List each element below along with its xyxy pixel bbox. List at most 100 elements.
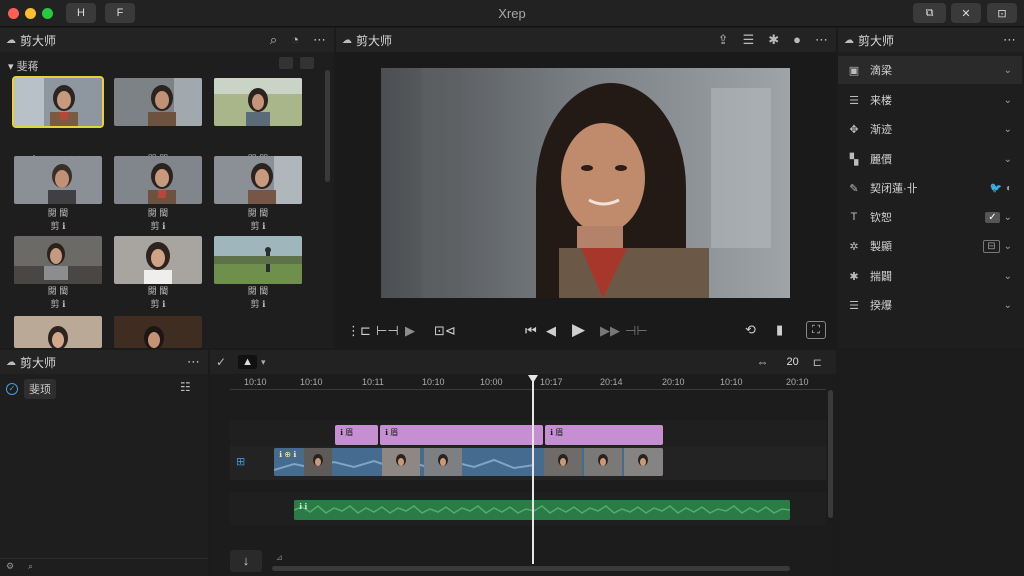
ruler-tick: 20:14 (600, 377, 623, 387)
title-clip[interactable]: ℹ 眉 (380, 425, 543, 445)
playhead-line[interactable] (532, 380, 534, 564)
project-item-label: 斐顼 (24, 379, 56, 399)
timeline-horizontal-scrollbar[interactable] (272, 566, 790, 571)
media-item-sub: 剪 ℹ (250, 299, 266, 309)
share-icon[interactable]: ⇪ (718, 32, 729, 48)
fullscreen-icon[interactable]: ⛶ (806, 321, 826, 339)
rotate-icon[interactable]: ⟲ (745, 322, 756, 338)
clock-icon[interactable]: ◔ (291, 32, 299, 48)
inspector-row[interactable]: ✲ 製顯 ⊟ ⌄ (838, 232, 1022, 260)
list-icon: ☰ (849, 299, 859, 312)
inspector-row[interactable]: ✱ 揣闢 ⌄ (838, 262, 1022, 290)
export-icon-button[interactable]: ⊡ (987, 3, 1017, 23)
inspector-row[interactable]: ▚ 麗價 ⌄ (838, 145, 1022, 173)
timeline-vertical-scrollbar[interactable] (828, 390, 833, 518)
media-thumbnail[interactable] (114, 78, 202, 126)
media-item-label: 閱 閩 (247, 286, 269, 296)
project-item[interactable]: ✓ 斐顼 (6, 379, 56, 399)
tool-select-icon[interactable]: ▲ (238, 355, 257, 369)
check-icon[interactable]: ✓ (216, 355, 226, 369)
move-icon: ✥ (849, 123, 859, 136)
media-thumbnail[interactable] (14, 236, 102, 284)
toggle-icon: ◐ (1005, 182, 1012, 194)
media-thumbnail[interactable] (14, 156, 102, 204)
next-frame-icon[interactable]: ⊣⊢ (625, 323, 648, 339)
settings-icon[interactable]: ⚙ (6, 561, 14, 572)
media-thumbnail[interactable] (12, 76, 104, 128)
step-back-icon[interactable]: ◀ (546, 323, 556, 339)
zoom-icon[interactable]: ⊿ (276, 553, 283, 562)
more-icon[interactable]: ⋯ (313, 32, 326, 48)
inspector-row[interactable]: ✎ 契闭蓮·卝 🐦 ◐ (838, 174, 1022, 202)
checkbox-icon[interactable]: ✓ (985, 211, 1000, 223)
snapshot-icon[interactable]: ▮ (776, 322, 783, 338)
outdoor-portrait-image (214, 78, 302, 126)
media-thumbnail[interactable] (14, 316, 102, 348)
woman-portrait-image (114, 316, 202, 348)
cloud-icon: ☁ (6, 356, 16, 368)
title-clip[interactable]: ℹ 眉 (545, 425, 663, 445)
chevron-down-icon[interactable]: ▾ (261, 357, 266, 368)
video-track-icon[interactable]: ⊞ (236, 455, 245, 468)
preview-panel-title: 剪大师 (356, 33, 393, 48)
list-view-icon[interactable]: ☷ (180, 380, 191, 394)
media-thumbnail[interactable] (214, 156, 302, 204)
cloud-icon: ☁ (342, 34, 352, 46)
media-section-label: ▾ 斐蒋 (8, 61, 39, 73)
snap-icon[interactable]: ⇔ (757, 355, 769, 369)
video-clip[interactable]: ℹ ⊕ ℹ (274, 448, 663, 476)
list-icon: ☰ (849, 94, 859, 107)
woman-portrait-image (14, 316, 102, 348)
ruler-tick: 10:10 (244, 377, 267, 387)
more-icon[interactable]: ⋯ (1003, 32, 1016, 48)
media-panel-header: ☁ 剪大师 ⌕ ◔ ⋯ (0, 28, 334, 52)
down-arrow-icon[interactable]: ↓ (230, 550, 262, 572)
media-thumbnail[interactable] (114, 236, 202, 284)
audio-clip[interactable]: ℹ ℹ (294, 500, 790, 520)
project-panel-title: 剪大师 (20, 355, 57, 370)
media-item-sub: 剪 ℹ (150, 221, 166, 231)
video-preview[interactable] (381, 68, 790, 298)
title-bar: H F Xrep ⧉ ✕ ⊡ (0, 0, 1024, 27)
inspector-row[interactable]: ✥ 渐迹 ⌄ (838, 115, 1022, 143)
trim-icon[interactable]: ⊢⊣ (376, 323, 399, 339)
target-icon: ✓ (6, 383, 18, 395)
inspector-row[interactable]: ▣ 滴梁 ⌄ (838, 56, 1022, 84)
step-forward-icon[interactable]: ▶▶ (600, 323, 620, 339)
search-icon[interactable]: ⌕ (270, 32, 277, 48)
caption-icon[interactable]: ⊟ (983, 239, 1000, 253)
media-thumbnail[interactable] (214, 236, 302, 284)
inspector-row[interactable]: ☰ 揆爆 ⌄ (838, 291, 1022, 319)
pin-icon[interactable]: ✱ (768, 32, 779, 48)
chevron-down-icon: ⌄ (1003, 94, 1012, 106)
view-toggle-icon[interactable] (279, 57, 293, 69)
woman-portrait-image (214, 156, 302, 204)
inspector-row[interactable]: T 钦恕 ✓ ⌄ (838, 203, 1022, 231)
grid-icon: ▚ (849, 153, 859, 166)
media-thumbnail[interactable] (114, 156, 202, 204)
window-icon-button[interactable]: ⧉ (913, 3, 946, 23)
timeline-toolbar: ✓ ▲ ▾ ⇔ 20 ⊏ (210, 350, 836, 374)
media-thumbnail[interactable] (114, 316, 202, 348)
loop-icon[interactable]: ⊡⊲ (434, 323, 456, 339)
woman-desk-image (14, 236, 102, 284)
badge-icon[interactable]: ● (793, 32, 801, 48)
close-icon-button[interactable]: ✕ (951, 3, 981, 23)
media-thumbnail[interactable] (214, 78, 302, 126)
more-icon[interactable]: ⋯ (187, 354, 200, 370)
fit-icon[interactable]: ⊏ (813, 356, 822, 369)
chevron-down-icon: ⌄ (1003, 123, 1012, 135)
bird-icon: 🐦 (989, 182, 1002, 194)
inspector-row[interactable]: ☰ 来楼 ⌄ (838, 86, 1022, 114)
previous-frame-icon[interactable]: ⏮ (525, 323, 537, 339)
title-clip[interactable]: ℹ 眉 (335, 425, 378, 445)
ruler-tick: 10:11 (362, 377, 384, 387)
filter-icon[interactable] (300, 57, 314, 69)
more-icon[interactable]: ⋯ (815, 32, 828, 48)
play-range-icon[interactable]: ▶ (405, 323, 415, 339)
in-point-icon[interactable]: ⋮⊏ (347, 323, 371, 339)
list-icon[interactable]: ☰ (743, 32, 755, 48)
play-icon[interactable]: ▶ (572, 320, 585, 340)
search-icon[interactable]: ⌕ (28, 561, 33, 572)
media-scrollbar[interactable] (325, 70, 330, 182)
